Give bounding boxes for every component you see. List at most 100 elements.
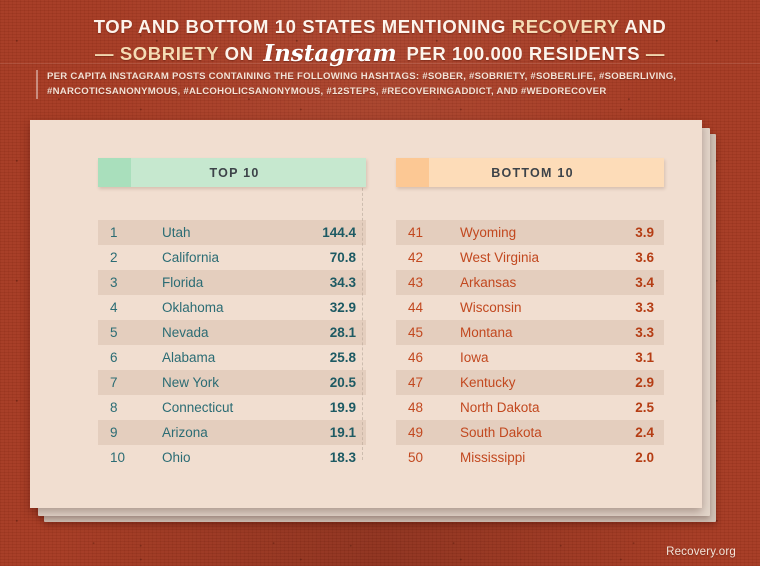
row-rank: 3	[110, 275, 118, 290]
table-row: 7 New York 20.5	[98, 370, 366, 395]
row-value: 19.9	[329, 400, 356, 415]
row-state-name: New York	[162, 375, 220, 390]
row-state-name: Nevada	[162, 325, 209, 340]
table-row: 6 Alabama 25.8	[98, 345, 366, 370]
row-value: 2.0	[635, 450, 654, 465]
table-row: 42 West Virginia 3.6	[396, 245, 664, 270]
row-rank: 7	[110, 375, 118, 390]
row-value: 2.5	[635, 400, 654, 415]
title-highlight-recovery: RECOVERY	[511, 16, 620, 37]
subtitle-accent-bar	[36, 70, 38, 99]
row-rank: 2	[110, 250, 118, 265]
row-rank: 1	[110, 225, 118, 240]
row-state-name: Florida	[162, 275, 204, 290]
row-value: 25.8	[329, 350, 356, 365]
row-state-name: Connecticut	[162, 400, 234, 415]
row-state-name: California	[162, 250, 220, 265]
row-rank: 42	[408, 250, 424, 265]
row-state-name: Montana	[460, 325, 513, 340]
row-value: 34.3	[329, 275, 356, 290]
top-10-header-body: TOP 10	[131, 158, 366, 187]
row-rank: 45	[408, 325, 424, 340]
title-divider-rule	[0, 63, 760, 64]
table-row: 4 Oklahoma 32.9	[98, 295, 366, 320]
table-row: 43 Arkansas 3.4	[396, 270, 664, 295]
row-rank: 8	[110, 400, 118, 415]
row-state-name: Mississippi	[460, 450, 526, 465]
table-row: 10 Ohio 18.3	[98, 445, 366, 470]
row-rank: 46	[408, 350, 424, 365]
footer-attribution: Recovery.org	[666, 546, 736, 558]
top-10-heading: TOP 10	[209, 165, 260, 180]
top-10-row-list: 1 Utah 144.4 2 California 70.8 3 Florida 34.3 4 Ok…	[98, 220, 366, 470]
row-state-name: Wisconsin	[460, 300, 522, 315]
row-value: 144.4	[322, 225, 356, 240]
title-text-part-4: PER 100.000 RESIDENTS	[400, 43, 646, 64]
row-rank: 41	[408, 225, 424, 240]
row-state-name: North Dakota	[460, 400, 540, 415]
bottom-10-header-accent-cap	[396, 158, 429, 187]
title-text-part-1: TOP AND BOTTOM 10 STATES MENTIONING	[93, 16, 512, 37]
row-state-name: Alabama	[162, 350, 216, 365]
row-value: 32.9	[329, 300, 356, 315]
title-text-part-3: ON	[218, 43, 260, 64]
row-rank: 49	[408, 425, 424, 440]
panel-bottom-10: BOTTOM 10 41 Wyoming 3.9 42 West Virginia 3.6…	[396, 158, 664, 470]
title-dash-left: —	[94, 43, 115, 64]
row-value: 70.8	[329, 250, 356, 265]
row-value: 2.9	[635, 375, 654, 390]
title-highlight-sobriety: SOBRIETY	[119, 43, 219, 64]
table-row: 47 Kentucky 2.9	[396, 370, 664, 395]
row-state-name: Arkansas	[460, 275, 517, 290]
row-rank: 10	[110, 450, 126, 465]
top-10-header-bar: TOP 10	[98, 158, 366, 187]
table-row: 48 North Dakota 2.5	[396, 395, 664, 420]
row-rank: 43	[408, 275, 424, 290]
table-row: 1 Utah 144.4	[98, 220, 366, 245]
row-rank: 48	[408, 400, 424, 415]
row-value: 19.1	[329, 425, 356, 440]
row-rank: 5	[110, 325, 118, 340]
subtitle-text: PER CAPITA INSTAGRAM POSTS CONTAINING TH…	[47, 71, 677, 97]
bottom-10-heading: BOTTOM 10	[491, 165, 574, 180]
title-text-part-2: AND	[619, 16, 667, 37]
bottom-10-header-bar: BOTTOM 10	[396, 158, 664, 187]
table-row: 44 Wisconsin 3.3	[396, 295, 664, 320]
row-rank: 47	[408, 375, 424, 390]
table-row: 3 Florida 34.3	[98, 270, 366, 295]
title-dash-right: —	[645, 43, 665, 64]
table-row: 5 Nevada 28.1	[98, 320, 366, 345]
row-rank: 4	[110, 300, 118, 315]
bottom-10-header-body: BOTTOM 10	[429, 158, 664, 187]
table-row: 9 Arizona 19.1	[98, 420, 366, 445]
row-value: 3.6	[635, 250, 654, 265]
content-card: TOP 10 1 Utah 144.4 2 California 70.8 3 Florida…	[30, 120, 702, 508]
row-state-name: Iowa	[460, 350, 489, 365]
table-row: 8 Connecticut 19.9	[98, 395, 366, 420]
row-state-name: Utah	[162, 225, 191, 240]
row-value: 3.1	[635, 350, 654, 365]
row-state-name: Oklahoma	[162, 300, 224, 315]
row-rank: 9	[110, 425, 118, 440]
table-row: 50 Mississippi 2.0	[396, 445, 664, 470]
row-state-name: Ohio	[162, 450, 191, 465]
row-value: 28.1	[329, 325, 356, 340]
table-row: 41 Wyoming 3.9	[396, 220, 664, 245]
row-value: 2.4	[635, 425, 654, 440]
row-state-name: West Virginia	[460, 250, 540, 265]
row-state-name: Wyoming	[460, 225, 517, 240]
table-row: 45 Montana 3.3	[396, 320, 664, 345]
row-state-name: Kentucky	[460, 375, 516, 390]
row-value: 18.3	[329, 450, 356, 465]
bottom-10-row-list: 41 Wyoming 3.9 42 West Virginia 3.6 43 Arkansas…	[396, 220, 664, 470]
page-header: TOP AND BOTTOM 10 STATES MENTIONING RECO…	[0, 0, 760, 66]
row-rank: 44	[408, 300, 424, 315]
row-rank: 50	[408, 450, 424, 465]
top-10-header-accent-cap	[98, 158, 131, 187]
row-state-name: South Dakota	[460, 425, 542, 440]
row-value: 20.5	[329, 375, 356, 390]
page-title-line-1: TOP AND BOTTOM 10 STATES MENTIONING RECO…	[0, 15, 760, 39]
row-state-name: Arizona	[162, 425, 208, 440]
table-row: 49 South Dakota 2.4	[396, 420, 664, 445]
panel-top-10: TOP 10 1 Utah 144.4 2 California 70.8 3 Florida…	[98, 158, 366, 470]
